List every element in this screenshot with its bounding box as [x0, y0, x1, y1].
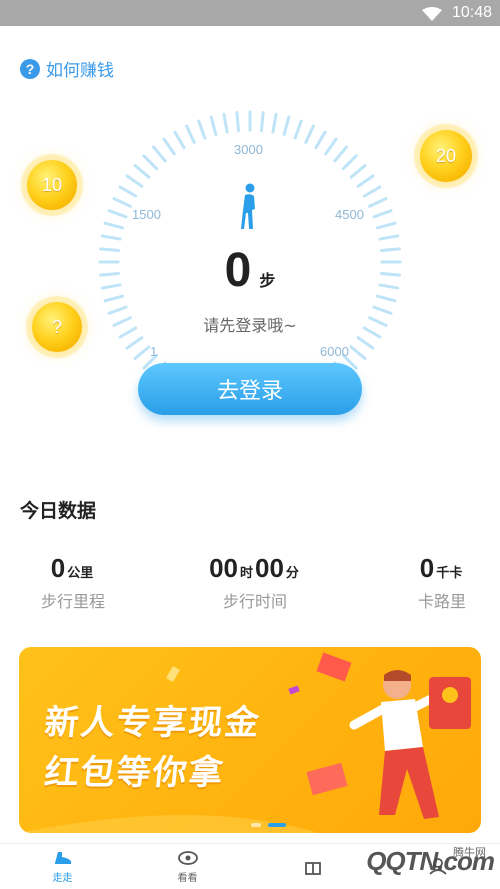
gauge-tick [133, 164, 151, 179]
tab-walk-label: 走走 [52, 873, 73, 884]
gauge-tick [235, 111, 240, 133]
gauge-tick [162, 137, 176, 156]
gauge-tick [112, 197, 132, 208]
gauge-tick [222, 112, 229, 134]
banner-line1: 新人专享现金 [42, 703, 263, 743]
gauge-tick [362, 185, 382, 198]
stat-calories-label: 卡路里 [417, 592, 466, 611]
how-to-earn-link[interactable]: ? 如何赚钱 [20, 56, 114, 81]
step-count: 0步 [0, 243, 500, 298]
gauge-tick [282, 115, 291, 136]
gauge-tick [125, 336, 144, 350]
gauge-label-max: 6000 [320, 344, 349, 359]
coin-reward-20[interactable]: 20 [420, 130, 472, 182]
gauge-tick [333, 145, 348, 163]
gauge-tick [260, 111, 265, 133]
wifi-icon [422, 7, 442, 21]
gauge-tick [125, 174, 144, 188]
stat-calories-unit: 千卡 [436, 566, 463, 581]
shoe-icon [54, 852, 71, 864]
stat-time-label: 步行时间 [222, 592, 287, 611]
gauge-label-4500: 4500 [335, 207, 364, 222]
gauge-tick [349, 164, 367, 179]
stat-calories-value: 0 [419, 553, 435, 583]
stat-time-hours: 00 [209, 553, 238, 583]
watermark-site: 腾牛网 [453, 846, 486, 859]
gauge-tick [103, 221, 124, 230]
gauge-tick [356, 336, 375, 350]
gauge-tick [356, 174, 375, 188]
eye-icon [177, 851, 198, 865]
coin-reward-10-value: 10 [41, 174, 63, 195]
gauge-label-3000: 3000 [234, 142, 263, 157]
walking-person-icon [241, 183, 255, 229]
gift-icon [304, 861, 321, 875]
gauge-tick [152, 145, 167, 163]
stat-time: 00 时00 分 步行时间 [190, 553, 320, 612]
gauge-tick [368, 197, 388, 208]
tab-watch-label: 看看 [177, 873, 198, 884]
stat-distance-label: 步行里程 [40, 592, 105, 611]
tab-walk[interactable]: 走走 [0, 844, 125, 889]
gauge-tick [304, 124, 315, 144]
gauge-tick [133, 345, 151, 360]
gauge-tick [271, 112, 278, 134]
login-button[interactable]: 去登录 [138, 363, 362, 415]
gauge-tick [324, 137, 338, 156]
stat-distance-unit: 公里 [67, 566, 94, 581]
gauge-tick [185, 124, 196, 144]
question-circle-icon: ? [20, 58, 40, 79]
gauge-tick [372, 209, 393, 219]
gauge-tick [107, 209, 128, 219]
how-to-earn-label: 如何赚钱 [46, 61, 114, 81]
status-bar: 10:48 [0, 0, 500, 26]
stat-time-minutes: 00 [255, 553, 284, 583]
status-time: 10:48 [451, 4, 492, 21]
stat-time-hours-unit: 时 [239, 566, 253, 581]
gauge-tick [341, 154, 358, 171]
watermark: 腾牛网 QQTN.com [366, 846, 495, 877]
gauge-tick [100, 234, 122, 241]
gauge-tick [197, 119, 207, 140]
coin-reward-10[interactable]: 10 [27, 160, 77, 210]
coin-reward-20-value: 20 [435, 145, 457, 166]
gauge-tick [142, 154, 159, 171]
gauge-tick [173, 130, 186, 150]
stat-time-minutes-unit: 分 [285, 566, 299, 581]
promo-banner[interactable]: 新人专享现金 红包等你拿 [19, 647, 481, 833]
coin-reward-unknown-value: ? [51, 316, 62, 337]
gauge-tick [376, 221, 397, 230]
step-count-value: 0 [224, 244, 252, 297]
gauge-tick [349, 345, 367, 360]
gauge-tick [378, 234, 400, 241]
tab-gift[interactable] [250, 844, 375, 889]
gauge-label-min: 1 [150, 344, 158, 359]
gauge-tick [118, 185, 138, 198]
gauge-label-1500: 1500 [132, 207, 161, 222]
tab-watch[interactable]: 看看 [125, 844, 250, 889]
banner-page-dot[interactable] [251, 823, 261, 827]
coin-reward-unknown[interactable]: ? [32, 302, 82, 352]
banner-line2: 红包等你拿 [42, 753, 227, 793]
step-count-unit: 步 [259, 271, 276, 290]
today-data-title: 今日数据 [20, 500, 97, 522]
banner-page-indicator-active[interactable] [268, 823, 286, 827]
gauge-tick [293, 119, 303, 140]
gauge-tick [209, 115, 218, 136]
gauge-tick [314, 130, 327, 150]
stat-distance: 0 公里 步行里程 [28, 553, 118, 612]
stat-calories: 0 千卡 卡路里 [400, 553, 484, 612]
stat-distance-value: 0 [50, 553, 66, 583]
